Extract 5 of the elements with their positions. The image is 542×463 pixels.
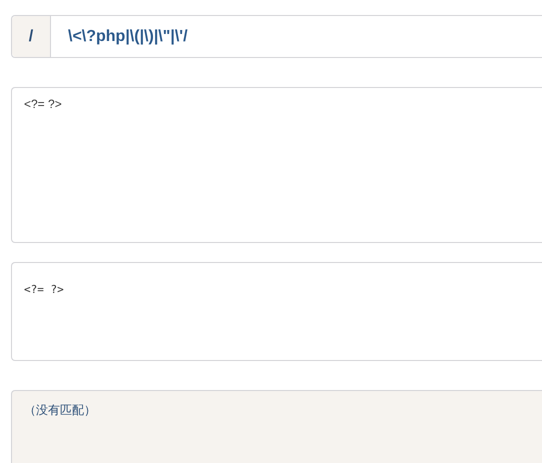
match-result-text: （没有匹配） — [24, 403, 96, 417]
delimiter-label: / — [12, 16, 51, 57]
regex-field[interactable]: / \<\?php|\(|\)|\"|\'/ — [11, 15, 542, 58]
input-text-area[interactable]: <?= ?> — [11, 87, 542, 243]
output-text-area[interactable]: <?= ?> — [11, 262, 542, 361]
